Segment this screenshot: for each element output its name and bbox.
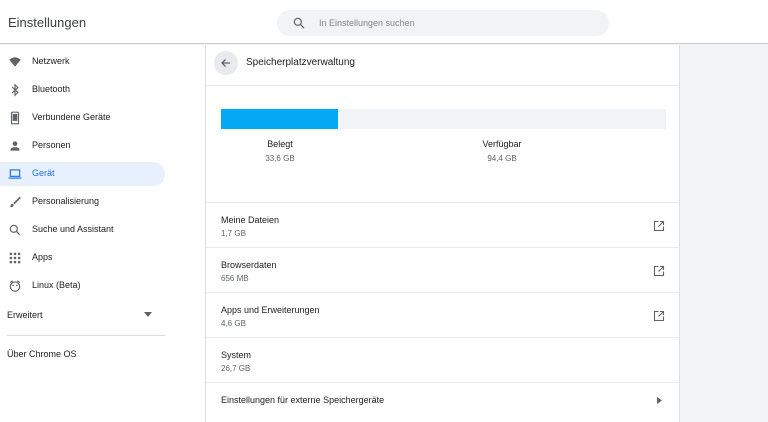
sidebar-item-label: Netzwerk [32,56,70,66]
page-title: Speicherplatzverwaltung [246,57,355,68]
row-system: System 26,7 GB [206,337,679,382]
arrow-back-icon [221,59,230,67]
person-icon [10,141,20,151]
used-label: Belegt [267,139,293,149]
row-meine-dateien[interactable]: Meine Dateien 1,7 GB [206,202,679,247]
sidebar-item-geraet[interactable]: Gerät [0,162,165,186]
row-title: System [221,350,252,360]
row-value: 4,6 GB [221,319,246,328]
row-title: Browserdaten [221,260,277,270]
row-externe-speichergeraete[interactable]: Einstellungen für externe Speichergeräte [206,382,679,422]
advanced-section-toggle[interactable]: Erweitert [0,303,165,327]
sidebar-item-apps[interactable]: Apps [0,246,165,270]
sidebar-item-label: Apps [32,252,53,262]
apps-grid-icon [9,252,21,264]
arrow-right-icon [657,397,662,404]
laptop-icon [8,169,22,179]
sidebar-item-label: Suche und Assistant [32,224,114,234]
row-title: Apps und Erweiterungen [221,305,320,315]
wifi-icon [9,57,21,67]
search-icon [9,224,21,236]
row-value: 26,7 GB [221,364,251,373]
external-link-icon[interactable] [653,265,665,277]
search-input[interactable] [319,10,589,36]
storage-usage-bar [221,109,666,129]
app-header: Einstellungen [0,0,768,44]
sidebar-item-label: Bluetooth [32,84,71,94]
row-title: Einstellungen für externe Speichergeräte [221,395,385,405]
sidebar-divider [7,335,165,336]
sidebar-item-linux-beta[interactable]: Linux (Beta) [0,274,165,298]
row-apps-und-erweiterungen[interactable]: Apps und Erweiterungen 4,6 GB [206,292,679,337]
external-link-icon[interactable] [653,310,665,322]
sidebar-item-label: Verbundene Geräte [32,112,111,122]
used-stat: Belegt 33,6 GB [230,139,330,163]
back-button[interactable] [214,51,238,75]
sidebar-item-bluetooth[interactable]: Bluetooth [0,78,165,102]
advanced-label: Erweitert [7,310,43,320]
bluetooth-icon [11,83,19,97]
row-title: Meine Dateien [221,215,280,225]
used-value: 33,6 GB [265,154,295,163]
search-icon [293,17,305,29]
sidebar-item-personalisierung[interactable]: Personalisierung [0,190,165,214]
row-value: 1,7 GB [221,229,246,238]
sidebar-item-netzwerk[interactable]: Netzwerk [0,50,165,74]
row-value: 656 MB [221,274,249,283]
brush-icon [10,196,21,208]
row-browserdaten[interactable]: Browserdaten 656 MB [206,247,679,292]
sidebar-item-label: Gerät [32,168,55,178]
phone-icon [10,111,20,125]
available-stat: Verfügbar 94,4 GB [452,139,552,163]
sidebar-item-verbundene-geraete[interactable]: Verbundene Geräte [0,106,165,130]
storage-used-fill [221,109,339,129]
app-title: Einstellungen [8,15,87,30]
about-chrome-os-link[interactable]: Über Chrome OS [7,349,77,359]
title-divider [206,85,679,86]
sidebar-item-personen[interactable]: Personen [0,134,165,158]
main-panel: Speicherplatzverwaltung Belegt 33,6 GB V… [205,45,680,422]
sidebar-item-label: Personen [32,140,71,150]
sidebar-item-label: Personalisierung [32,196,100,206]
available-value: 94,4 GB [487,154,517,163]
sidebar-item-label: Linux (Beta) [32,280,81,290]
sidebar: Netzwerk Bluetooth Verbundene Geräte Per… [0,45,205,422]
available-label: Verfügbar [482,139,522,149]
search-box[interactable] [277,10,609,36]
linux-penguin-icon [9,280,21,292]
caret-down-icon [144,312,152,317]
external-link-icon[interactable] [653,220,665,232]
sidebar-item-suche-und-assistant[interactable]: Suche und Assistant [0,218,165,242]
